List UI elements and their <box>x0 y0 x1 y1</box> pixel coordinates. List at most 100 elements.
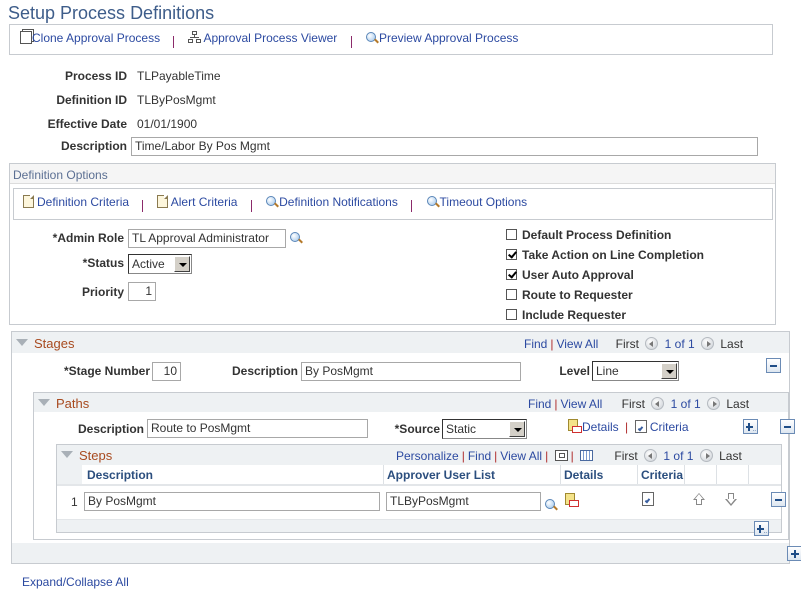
effective-date-label: Effective Date <box>47 117 127 131</box>
add-step-button[interactable]: .. <box>754 521 769 536</box>
copy-icon <box>20 31 32 44</box>
path-description-input[interactable]: Route to PosMgmt <box>147 419 368 438</box>
paths-first[interactable]: First <box>622 397 645 411</box>
definition-options-toolbar: Definition Criteria Alert Criteria Defin… <box>13 188 773 220</box>
toolbar: Clone Approval Process Approval Process … <box>9 24 773 55</box>
path-details-link[interactable]: Details <box>568 419 622 434</box>
description-label: Description <box>60 139 127 153</box>
definition-criteria-link[interactable]: Definition Criteria <box>23 195 129 209</box>
stages-view-all-link[interactable]: View All <box>556 337 598 351</box>
approval-process-viewer-link[interactable]: Approval Process Viewer <box>187 31 341 45</box>
step-criteria-icon[interactable] <box>642 492 654 506</box>
separator <box>411 200 413 212</box>
status-label: *Status <box>82 256 124 270</box>
approver-lookup-icon[interactable] <box>544 498 558 512</box>
collapse-steps-icon[interactable] <box>61 451 73 458</box>
definition-id-label: Definition ID <box>56 93 127 107</box>
steps-first[interactable]: First <box>614 449 637 463</box>
chevron-down-icon <box>509 421 525 437</box>
stages-section: Stages Find | View All First 1 of 1 Last *… <box>11 331 801 564</box>
chevron-down-icon <box>174 256 190 272</box>
next-icon[interactable] <box>699 449 713 462</box>
add-stage-button[interactable] <box>787 546 801 561</box>
timeout-options-link[interactable]: Timeout Options <box>426 195 527 209</box>
paths-navigation: Find | View All First 1 of 1 Last <box>528 397 750 411</box>
next-icon[interactable] <box>707 397 721 410</box>
admin-role-input[interactable]: TL Approval Administrator <box>128 229 286 248</box>
path-criteria-link[interactable]: Criteria <box>634 420 689 434</box>
level-select[interactable]: Line <box>592 361 679 381</box>
column-header-criteria: Criteria <box>641 468 684 482</box>
stage-description-input[interactable]: By PosMgmt <box>301 362 521 381</box>
definition-options-title: Definition Options <box>13 168 108 182</box>
approver-user-list-input[interactable]: TLByPosMgmt <box>386 492 541 511</box>
stage-number-input[interactable]: 10 <box>152 362 181 381</box>
step-details-icon[interactable] <box>565 493 580 508</box>
process-id-value: TLPayableTime <box>137 69 221 83</box>
paths-last[interactable]: Last <box>726 397 749 411</box>
steps-last[interactable]: Last <box>719 449 742 463</box>
take-action-on-line-completion-checkbox[interactable]: Take Action on Line Completion <box>506 248 704 262</box>
previous-icon[interactable] <box>644 449 658 462</box>
status-select[interactable]: Active <box>128 254 192 274</box>
previous-icon[interactable] <box>651 397 665 410</box>
details-icon <box>568 419 582 433</box>
separator <box>142 200 144 212</box>
download-spreadsheet-icon[interactable] <box>580 450 594 461</box>
personalize-link[interactable]: Personalize <box>396 449 459 463</box>
path-description-label: Description <box>77 422 144 436</box>
alert-criteria-link[interactable]: Alert Criteria <box>156 195 237 209</box>
criteria-icon <box>634 420 647 433</box>
clone-approval-process-link[interactable]: Clone Approval Process <box>20 31 163 45</box>
definition-notifications-link[interactable]: Definition Notifications <box>265 195 398 209</box>
next-icon[interactable] <box>701 337 715 350</box>
admin-role-lookup-icon[interactable] <box>289 231 303 245</box>
delete-step-button[interactable] <box>771 492 787 507</box>
expand-collapse-all-link[interactable]: Expand/Collapse All <box>22 575 129 589</box>
column-header-details: Details <box>564 468 604 482</box>
new-window-icon[interactable] <box>554 450 568 461</box>
column-header-description[interactable]: Description <box>87 468 153 482</box>
steps-grid: Steps Personalize | Find | View All | | First… <box>56 444 787 536</box>
include-requester-checkbox[interactable]: Include Requester <box>506 308 626 322</box>
stages-counter: 1 of 1 <box>664 337 695 351</box>
stages-last[interactable]: Last <box>720 337 743 351</box>
collapse-paths-icon[interactable] <box>38 399 50 406</box>
steps-view-all-link[interactable]: View All <box>500 449 542 463</box>
user-auto-approval-checkbox[interactable]: User Auto Approval <box>506 268 634 282</box>
search-icon <box>265 195 279 209</box>
description-input[interactable]: Time/Labor By Pos Mgmt <box>131 137 758 156</box>
steps-navigation: Personalize | Find | View All | | First 1 of … <box>396 449 742 463</box>
stages-title: Stages <box>34 336 75 351</box>
steps-find-link[interactable]: Find <box>468 449 491 463</box>
row-number: 1 <box>71 495 78 509</box>
collapse-stages-icon[interactable] <box>16 339 28 346</box>
column-header-approver-user-list[interactable]: Approver User List <box>387 468 495 482</box>
level-label: Level <box>559 364 590 378</box>
paths-find-link[interactable]: Find <box>528 397 551 411</box>
previous-icon[interactable] <box>645 337 659 350</box>
add-path-button[interactable]: .. <box>743 419 758 434</box>
stage-number-label: *Stage Number <box>63 364 150 378</box>
move-down-icon[interactable] <box>725 493 737 507</box>
paths-title: Paths <box>56 396 90 411</box>
paths-section: Paths Find | View All First 1 of 1 Last De… <box>33 392 796 540</box>
search-icon <box>426 195 440 209</box>
move-up-icon[interactable] <box>693 493 705 507</box>
delete-stage-button[interactable] <box>766 358 781 373</box>
default-process-definition-checkbox[interactable]: Default Process Definition <box>506 228 671 242</box>
stages-find-link[interactable]: Find <box>524 337 547 351</box>
document-icon <box>156 195 168 208</box>
route-to-requester-checkbox[interactable]: Route to Requester <box>506 288 633 302</box>
effective-date-value: 01/01/1900 <box>137 117 198 131</box>
paths-view-all-link[interactable]: View All <box>560 397 602 411</box>
hierarchy-icon <box>187 31 201 44</box>
definition-id-value: TLByPosMgmt <box>137 93 216 107</box>
source-select[interactable]: Static <box>442 419 527 439</box>
table-row: 1 By PosMgmt TLByPosMgmt <box>57 486 787 519</box>
preview-approval-process-link[interactable]: Preview Approval Process <box>365 31 518 45</box>
step-description-input[interactable]: By PosMgmt <box>84 492 380 511</box>
stages-first[interactable]: First <box>616 337 639 351</box>
delete-path-button[interactable] <box>780 419 796 434</box>
priority-input[interactable]: 1 <box>128 282 156 301</box>
